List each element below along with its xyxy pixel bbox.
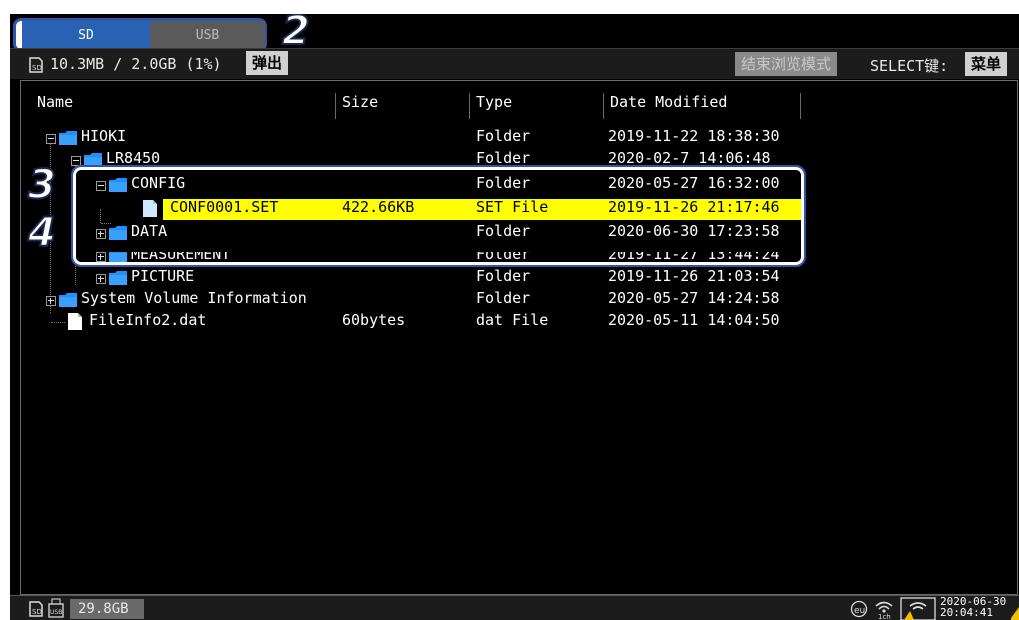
callout-4: 4 <box>27 209 57 257</box>
storage-usage: 10.3MB / 2.0GB (1%) <box>50 55 222 73</box>
collapse-icon[interactable] <box>46 134 56 144</box>
clock: 2020-06-30 20:04:41 <box>940 596 1006 618</box>
collapse-icon[interactable] <box>96 181 106 191</box>
folder-icon <box>109 252 127 263</box>
file-date: 2020-05-27 14:24:58 <box>608 289 780 307</box>
file-date: 2020-05-27 16:32:00 <box>608 174 780 192</box>
battery-icon <box>1011 607 1019 620</box>
column-type[interactable]: Type <box>470 93 604 119</box>
collapse-icon[interactable] <box>71 156 81 166</box>
table-row[interactable]: FileInfo2.dat 60bytes dat File 2020-05-1… <box>21 311 801 333</box>
file-date: 2020-06-30 17:23:58 <box>608 222 780 240</box>
file-date: 2019-11-26 21:03:54 <box>608 267 780 285</box>
logger-screen: SD USB 2 SD 10.3MB / 2.0GB (1%) 弹出 结束浏览模… <box>10 14 1019 620</box>
file-name: System Volume Information <box>81 289 307 307</box>
table-row-selected[interactable]: CONF0001.SET 422.66KB SET File 2019-11-2… <box>21 198 803 220</box>
folder-icon <box>84 153 102 167</box>
file-type: Folder <box>476 127 531 145</box>
column-name[interactable]: Name <box>31 93 336 119</box>
table-row[interactable]: PICTURE Folder 2019-11-26 21:03:54 <box>21 267 801 289</box>
wireless-module-icon <box>900 597 936 620</box>
expand-icon[interactable] <box>96 229 106 239</box>
table-row[interactable]: DATA Folder 2020-06-30 17:23:58 <box>21 222 801 244</box>
table-row[interactable]: LR8450 Folder 2020-02-7 14:06:48 <box>21 149 801 171</box>
file-name: PICTURE <box>131 267 195 285</box>
usb-icon-text: USB <box>50 609 62 616</box>
file-size: 60bytes <box>342 311 406 329</box>
file-name: DATA <box>131 222 168 240</box>
table-row[interactable]: CONFIG Folder 2020-05-27 16:32:00 <box>21 174 801 196</box>
select-key-label: SELECT键: <box>870 57 949 75</box>
file-type: Folder <box>476 245 531 263</box>
svg-text:SD: SD <box>32 64 42 72</box>
file-date: 2020-05-11 14:04:50 <box>608 311 780 329</box>
file-type: Folder <box>476 149 531 167</box>
tab-usb[interactable]: USB <box>150 21 265 49</box>
channel-text: 1ch <box>878 613 891 620</box>
expand-icon[interactable] <box>96 252 106 262</box>
usb-drive-icon: USB <box>48 598 64 618</box>
folder-icon <box>59 293 77 307</box>
folder-icon <box>59 131 77 145</box>
file-type: dat File <box>476 311 549 329</box>
eu-icon-text: eu <box>854 606 865 616</box>
file-type: SET File <box>476 198 549 216</box>
free-space: 29.8GB <box>70 599 144 619</box>
file-name: LR8450 <box>106 149 161 167</box>
wireless-icon: 1ch <box>875 601 893 620</box>
file-type: Folder <box>476 222 531 240</box>
file-name: CONF0001.SET <box>170 198 279 216</box>
file-type: Folder <box>476 174 531 192</box>
menu-button[interactable]: 菜单 <box>965 52 1008 76</box>
file-type: Folder <box>476 267 531 285</box>
eject-button[interactable]: 弹出 <box>246 51 289 75</box>
file-date: 2019-11-27 13:44:24 <box>608 245 780 263</box>
file-size: 422.66KB <box>342 198 415 216</box>
table-row[interactable]: System Volume Information Folder 2020-05… <box>21 289 801 311</box>
column-size[interactable]: Size <box>336 93 470 119</box>
column-date-modified[interactable]: Date Modified <box>604 93 801 119</box>
folder-icon <box>109 271 127 285</box>
folder-icon <box>109 178 127 192</box>
file-name: CONFIG <box>131 174 186 192</box>
file-icon <box>68 313 82 330</box>
file-name: MEASUREMENT <box>131 245 231 263</box>
file-icon <box>143 200 157 217</box>
media-tab-bar: SD USB 2 <box>10 14 1019 55</box>
eu-region-icon: eu <box>850 600 868 618</box>
file-browser-list[interactable]: Name Size Type Date Modified HIOKI Folde… <box>20 80 1018 595</box>
sd-card-icon: SD <box>29 601 43 617</box>
folder-icon <box>109 226 127 240</box>
sd-icon-text: SD <box>32 608 42 616</box>
table-row[interactable]: HIOKI Folder 2019-11-22 18:38:30 <box>21 127 801 149</box>
storage-info-bar: SD 10.3MB / 2.0GB (1%) 弹出 结束浏览模式 SELECT键… <box>10 48 1019 79</box>
tab-sd[interactable]: SD <box>22 21 150 49</box>
tree-line <box>51 322 65 323</box>
table-row[interactable]: MEASUREMENT Folder 2019-11-27 13:44:24 <box>21 245 801 267</box>
file-name: FileInfo2.dat <box>89 311 207 329</box>
file-date: 2020-02-7 14:06:48 <box>608 149 771 167</box>
status-bar: SD USB 29.8GB eu 1ch 2020-06-30 20:04:41 <box>10 595 1019 620</box>
sd-card-icon: SD <box>29 57 43 73</box>
file-type: Folder <box>476 289 531 307</box>
expand-icon[interactable] <box>46 296 56 306</box>
callout-3: 3 <box>27 161 57 209</box>
expand-icon[interactable] <box>96 274 106 284</box>
end-browse-mode-button[interactable]: 结束浏览模式 <box>735 52 838 76</box>
file-name: HIOKI <box>81 127 127 145</box>
file-date: 2019-11-22 18:38:30 <box>608 127 780 145</box>
clock-time: 20:04:41 <box>940 606 993 619</box>
file-date: 2019-11-26 21:17:46 <box>608 198 780 216</box>
